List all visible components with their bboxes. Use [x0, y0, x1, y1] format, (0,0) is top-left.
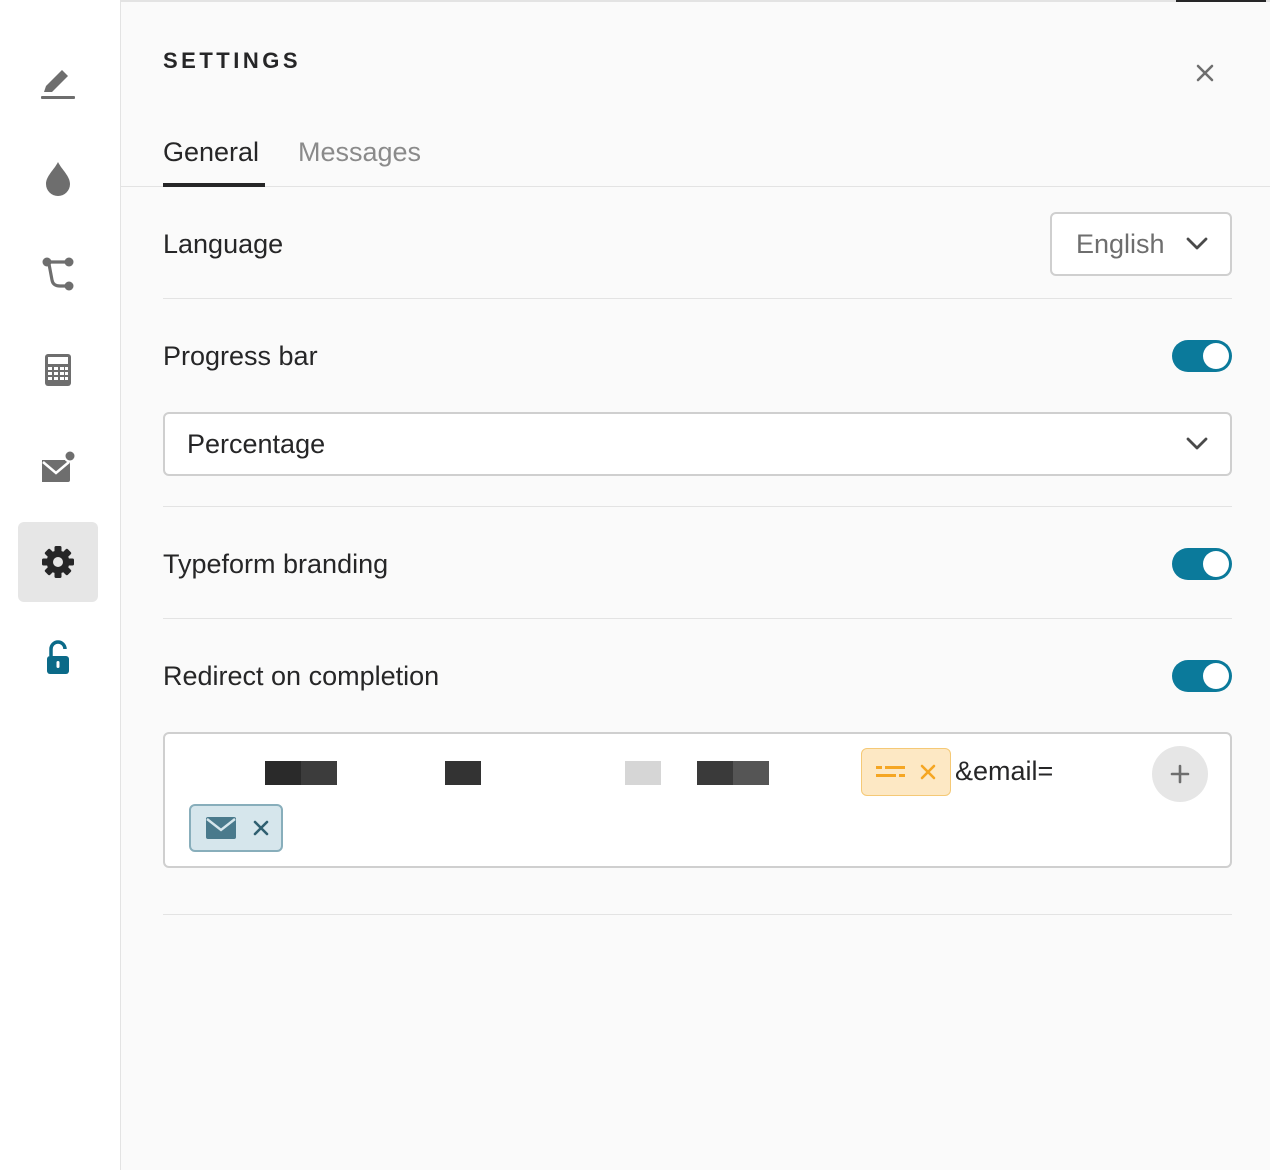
- sidebar-item-logic[interactable]: [18, 234, 98, 314]
- language-select[interactable]: English: [1050, 212, 1232, 276]
- close-icon: [1196, 64, 1214, 82]
- top-edge-marker: [1176, 0, 1266, 2]
- redacted-url-segment: [625, 761, 661, 785]
- variable-icon: [876, 766, 905, 777]
- remove-chip-icon[interactable]: [920, 764, 936, 780]
- redacted-url-segment: [733, 761, 769, 785]
- variable-chip[interactable]: [861, 748, 951, 796]
- chevron-down-icon: [1186, 237, 1208, 250]
- remove-chip-icon[interactable]: [253, 820, 269, 836]
- redacted-url-segment: [697, 761, 733, 785]
- sidebar-item-design[interactable]: [18, 42, 98, 122]
- gear-icon: [42, 546, 74, 578]
- close-button[interactable]: [1192, 60, 1218, 86]
- calculator-icon: [45, 354, 71, 386]
- redacted-url-segment: [265, 761, 301, 785]
- pen-icon: [41, 70, 75, 99]
- tab-general[interactable]: General: [163, 134, 259, 186]
- progress-bar-type-select[interactable]: Percentage: [163, 412, 1232, 476]
- redirect-label: Redirect on completion: [163, 661, 440, 691]
- tab-messages[interactable]: Messages: [298, 134, 421, 186]
- redirect-url-input[interactable]: &email=: [163, 732, 1232, 868]
- divider: [163, 914, 1232, 915]
- envelope-icon: [206, 817, 236, 839]
- add-variable-button[interactable]: [1152, 746, 1208, 802]
- branding-label: Typeform branding: [163, 549, 389, 579]
- sidebar-item-settings[interactable]: [18, 522, 98, 602]
- redacted-url-segment: [445, 761, 481, 785]
- progress-bar-toggle[interactable]: [1172, 340, 1232, 372]
- divider: [163, 298, 1232, 299]
- sidebar-item-notifications[interactable]: [18, 426, 98, 506]
- divider: [163, 506, 1232, 507]
- language-label: Language: [163, 229, 284, 259]
- toggle-knob: [1203, 663, 1229, 689]
- page-title: SETTINGS: [163, 48, 302, 73]
- active-tab-indicator: [163, 183, 265, 187]
- sidebar-item-theme[interactable]: [18, 138, 98, 218]
- drop-icon: [46, 162, 70, 196]
- toggle-knob: [1203, 343, 1229, 369]
- branding-toggle[interactable]: [1172, 548, 1232, 580]
- divider: [163, 618, 1232, 619]
- progress-bar-selected-value: Percentage: [187, 428, 326, 459]
- tab-bar-border: [121, 186, 1270, 187]
- tab-bar: General Messages: [163, 134, 1270, 186]
- redirect-toggle[interactable]: [1172, 660, 1232, 692]
- toggle-knob: [1203, 551, 1229, 577]
- logic-branch-icon: [42, 257, 74, 291]
- email-field-chip[interactable]: [189, 804, 283, 852]
- sidebar-item-access[interactable]: [18, 618, 98, 698]
- redacted-url-segment: [301, 761, 337, 785]
- sidebar: [0, 0, 121, 1170]
- sidebar-item-calculator[interactable]: [18, 330, 98, 410]
- plus-icon: [1170, 764, 1190, 784]
- url-suffix-text: &email=: [955, 756, 1054, 786]
- progress-bar-label: Progress bar: [163, 341, 318, 371]
- chevron-down-icon: [1186, 437, 1208, 450]
- language-selected-value: English: [1076, 228, 1165, 259]
- email-notification-icon: [42, 449, 77, 482]
- settings-panel: SETTINGS General Messages Language Engli…: [121, 0, 1270, 1170]
- unlock-icon: [47, 640, 69, 674]
